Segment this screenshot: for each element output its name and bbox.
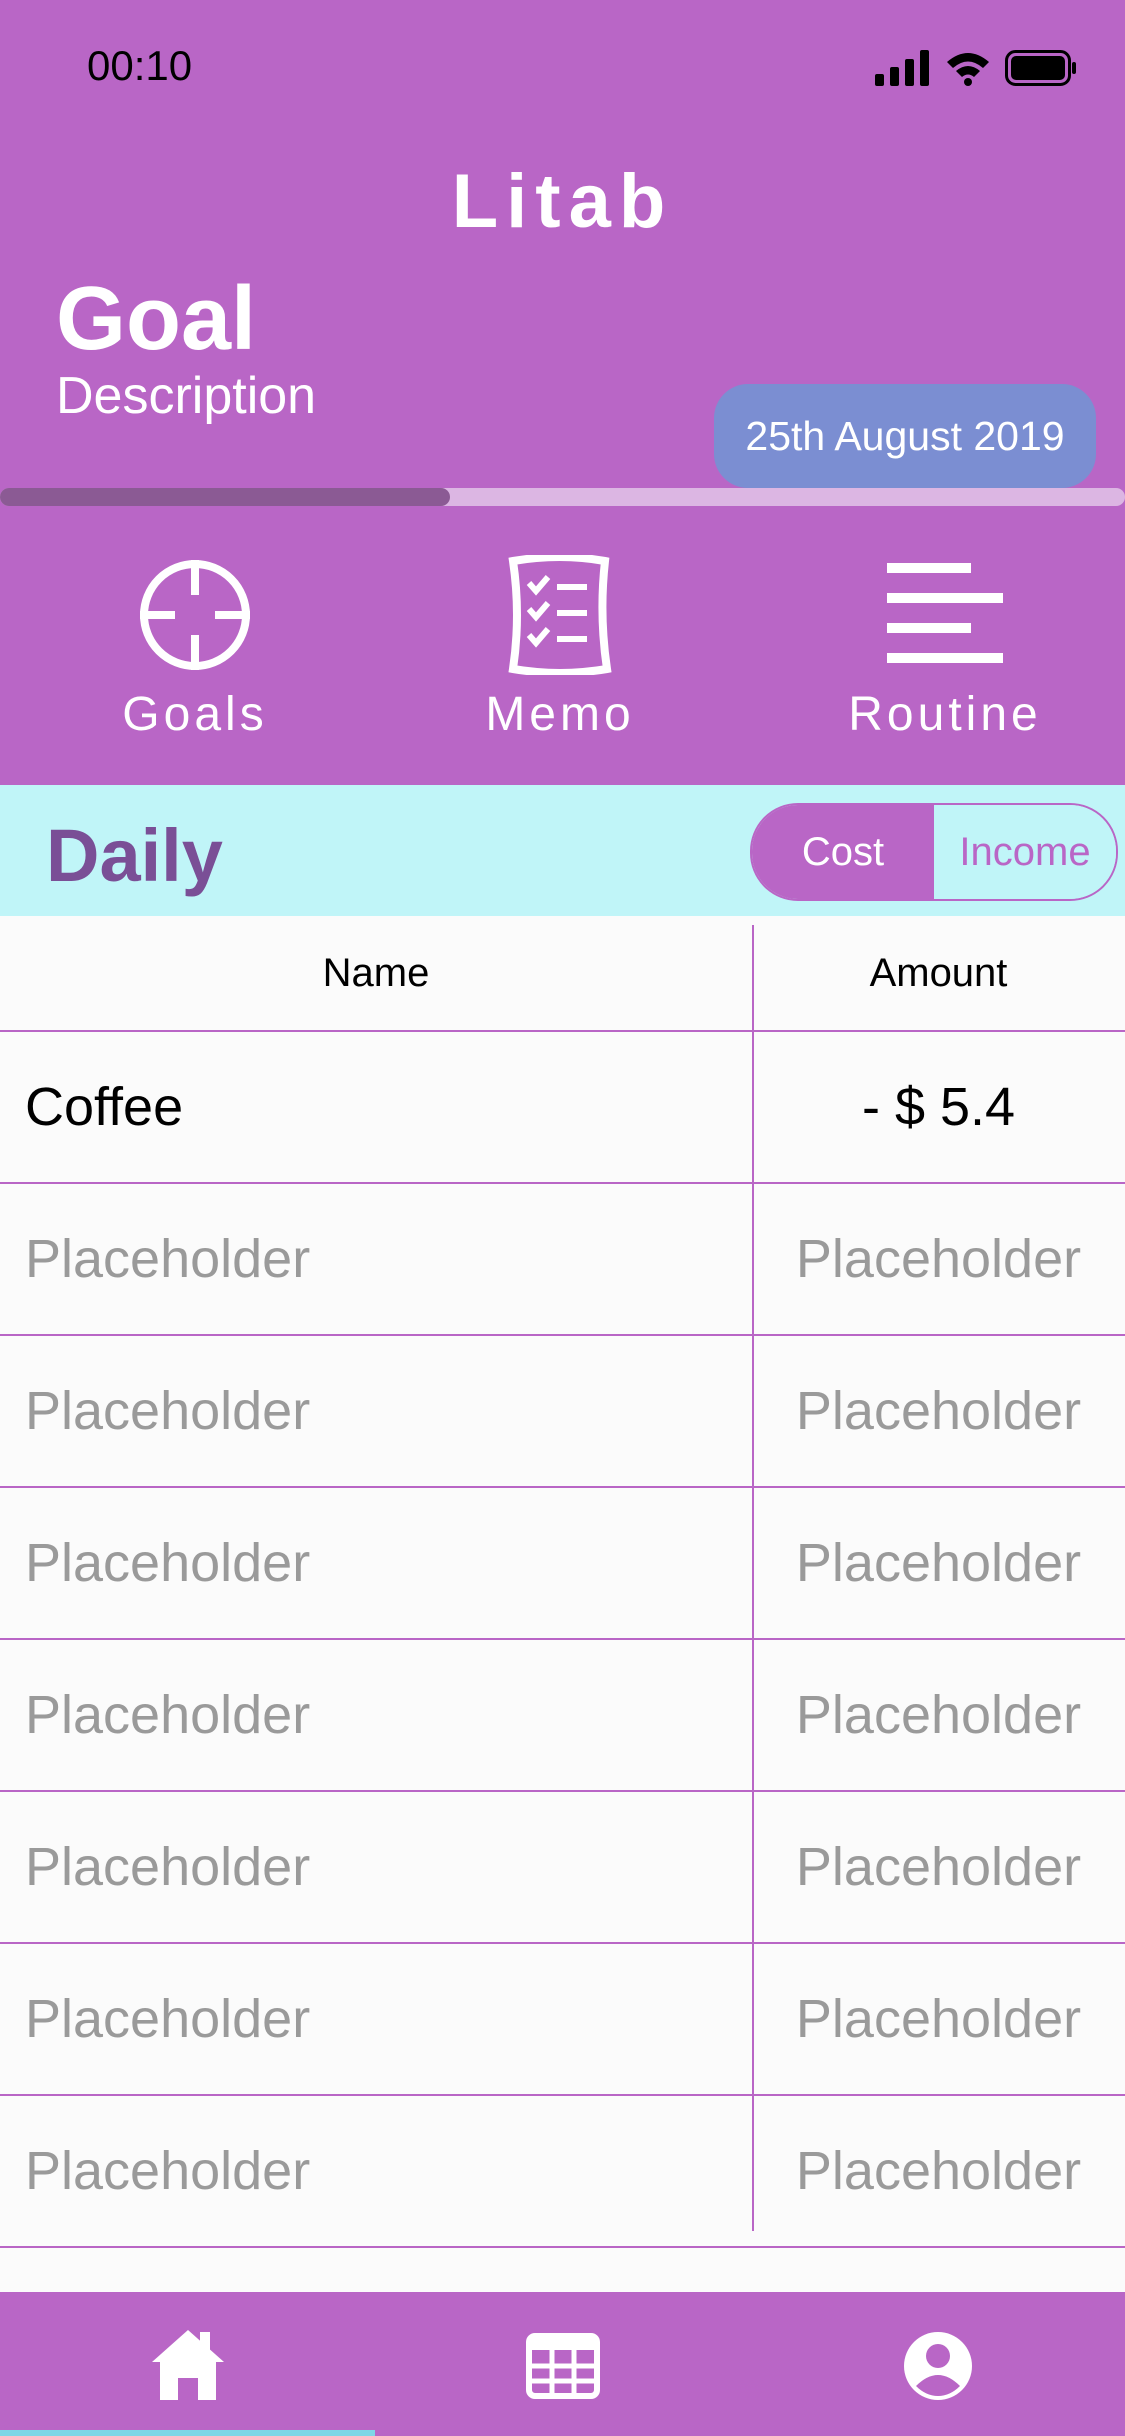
signal-icon bbox=[875, 50, 929, 86]
table-row[interactable]: Placeholder Placeholder bbox=[0, 1488, 1125, 1640]
table-row[interactable]: Placeholder Placeholder bbox=[0, 1944, 1125, 2096]
amount-column-header: Amount bbox=[869, 950, 1008, 995]
tab-bar bbox=[0, 2292, 1125, 2436]
status-time: 00:10 bbox=[87, 42, 193, 89]
checklist-icon bbox=[508, 555, 612, 675]
nav-routine[interactable]: Routine bbox=[830, 555, 1060, 742]
income-toggle-button[interactable]: Income bbox=[934, 805, 1116, 899]
app-title: Litab bbox=[451, 159, 674, 244]
row-name: Coffee bbox=[25, 1077, 184, 1137]
home-icon[interactable] bbox=[148, 2326, 228, 2406]
table-header-row: Name Amount bbox=[0, 916, 1125, 1032]
cost-income-toggle[interactable]: Cost Income bbox=[750, 803, 1118, 901]
table-row[interactable]: Placeholder Placeholder bbox=[0, 1640, 1125, 1792]
row-name: Placeholder bbox=[25, 1837, 311, 1897]
row-amount: Placeholder bbox=[795, 1533, 1082, 1593]
table-row[interactable]: Placeholder Placeholder bbox=[0, 1336, 1125, 1488]
row-name: Placeholder bbox=[25, 1989, 311, 2049]
crosshair-icon bbox=[140, 560, 250, 670]
nav-memo[interactable]: Memo bbox=[460, 555, 660, 742]
table-row[interactable]: Placeholder Placeholder bbox=[0, 1184, 1125, 1336]
expense-table: Name Amount Coffee - $ 5.4 Placeholder P… bbox=[0, 916, 1125, 2248]
header: 00:10 Litab Goal Description 25th August… bbox=[0, 0, 1125, 785]
row-name: Placeholder bbox=[25, 1685, 311, 1745]
goal-progress-fill bbox=[0, 488, 450, 506]
name-column-header: Name bbox=[322, 950, 430, 995]
nav-routine-label: Routine bbox=[848, 688, 1042, 741]
nav-goals[interactable]: Goals bbox=[105, 555, 285, 742]
nav-goals-label: Goals bbox=[122, 688, 268, 741]
row-name: Placeholder bbox=[25, 1381, 311, 1441]
wifi-icon bbox=[947, 53, 989, 86]
table-row[interactable]: Placeholder Placeholder bbox=[0, 2096, 1125, 2248]
profile-icon[interactable] bbox=[898, 2326, 978, 2406]
goal-progress-bar bbox=[0, 488, 1125, 506]
daily-bar: Daily Cost Income bbox=[0, 785, 1125, 916]
table-row[interactable]: Placeholder Placeholder bbox=[0, 1792, 1125, 1944]
calendar-icon[interactable] bbox=[523, 2326, 603, 2406]
battery-icon bbox=[1005, 50, 1076, 86]
status-icons bbox=[875, 50, 1077, 86]
nav-memo-label: Memo bbox=[485, 688, 635, 741]
row-amount: Placeholder bbox=[795, 1381, 1082, 1441]
row-name: Placeholder bbox=[25, 2141, 311, 2201]
row-amount: Placeholder bbox=[795, 1837, 1082, 1897]
tab-selected-indicator bbox=[0, 2430, 375, 2436]
row-amount: Placeholder bbox=[795, 2141, 1082, 2201]
row-name: Placeholder bbox=[25, 1229, 311, 1289]
cost-toggle-button[interactable]: Cost bbox=[752, 805, 934, 899]
date-badge[interactable]: 25th August 2019 bbox=[714, 384, 1096, 488]
lines-icon bbox=[887, 563, 1003, 663]
row-amount: Placeholder bbox=[795, 1685, 1082, 1745]
daily-title: Daily bbox=[46, 814, 223, 897]
row-amount: - $ 5.4 bbox=[861, 1077, 1016, 1137]
column-divider bbox=[752, 925, 754, 2231]
date-label: 25th August 2019 bbox=[745, 412, 1065, 459]
table-row[interactable]: Coffee - $ 5.4 bbox=[0, 1032, 1125, 1184]
row-amount: Placeholder bbox=[795, 1229, 1082, 1289]
row-amount: Placeholder bbox=[795, 1989, 1082, 2049]
goal-description: Description bbox=[56, 367, 317, 425]
row-name: Placeholder bbox=[25, 1533, 311, 1593]
goal-title: Goal bbox=[56, 269, 257, 369]
